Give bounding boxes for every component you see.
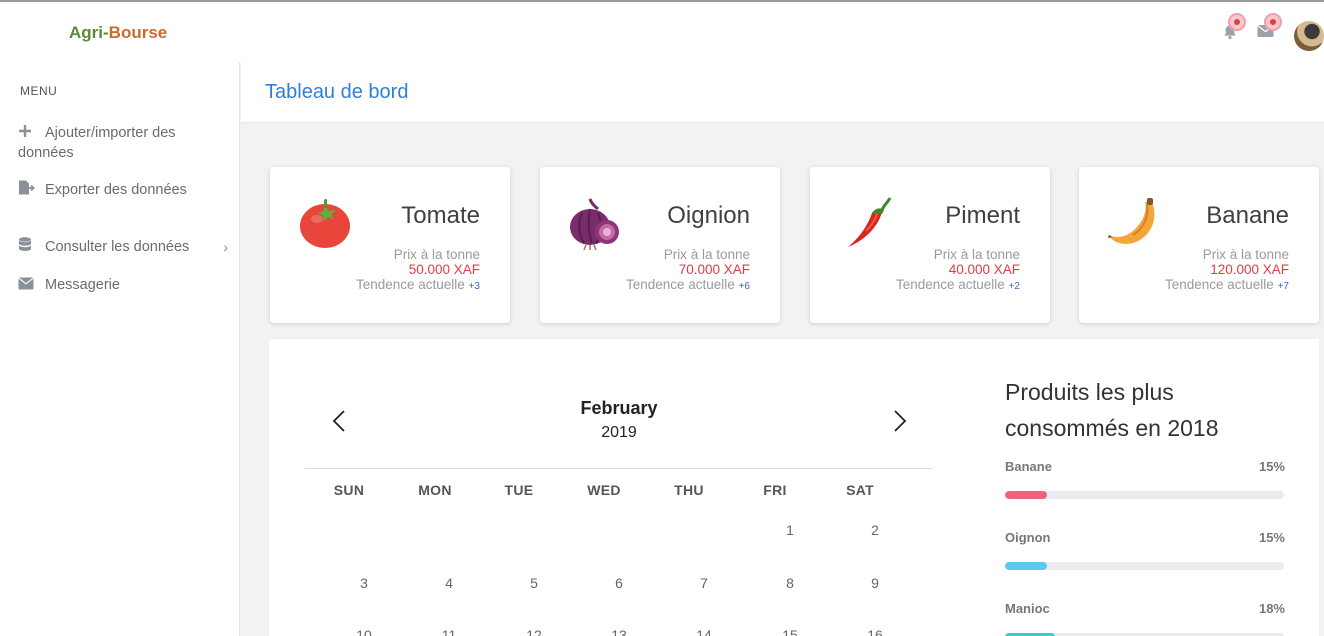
sidebar-item-label: Exporter des données [45, 182, 187, 198]
trend-value: +3 [468, 281, 480, 292]
trend-label: Tendence actuelle [355, 277, 465, 292]
message-badge [1264, 13, 1282, 31]
weekday-header: FRI [763, 482, 787, 498]
progress-fill [1005, 491, 1047, 499]
calendar-day[interactable]: 10 [344, 627, 384, 636]
sidebar-item-import[interactable]: Ajouter/importer des données [18, 123, 228, 163]
calendar-day[interactable]: 8 [770, 575, 810, 591]
brand-part-1: Agri- [69, 23, 109, 42]
calendar-day[interactable]: 1 [770, 522, 810, 538]
progress-bar [1005, 491, 1284, 499]
weekday-header: TUE [504, 482, 534, 498]
trend-value: +2 [1008, 281, 1020, 292]
product-price: 120.000 XAF [1210, 262, 1289, 277]
user-avatar[interactable] [1294, 21, 1324, 51]
calendar-day[interactable]: 9 [855, 575, 895, 591]
calendar-day[interactable]: 7 [684, 575, 724, 591]
stat-label: Manioc [1005, 601, 1050, 616]
product-card-piment[interactable]: Piment Prix à la tonne 40.000 XAF Tenden… [810, 167, 1050, 323]
product-card-oignion[interactable]: Oignion Prix à la tonne 70.000 XAF Tende… [540, 167, 780, 323]
brand-logo[interactable]: Agri-Bourse [69, 23, 167, 43]
brand-part-2: Bourse [108, 23, 168, 42]
price-label: Prix à la tonne [1202, 247, 1289, 262]
product-name: Tomate [401, 202, 480, 229]
stat-value: 18% [1258, 601, 1285, 616]
top-navbar: Agri-Bourse [0, 0, 1324, 62]
stat-value: 15% [1258, 530, 1285, 545]
price-label: Prix à la tonne [393, 247, 480, 262]
sidebar-item-export[interactable]: Exporter des données [18, 180, 228, 200]
tomato-icon [298, 195, 354, 251]
stat-value: 15% [1258, 459, 1285, 474]
calendar-day[interactable]: 3 [344, 575, 384, 591]
banana-icon [1107, 195, 1163, 251]
trend-label: Tendence actuelle [1164, 277, 1274, 292]
calendar-day[interactable]: 6 [599, 575, 639, 591]
sidebar-item-label: Ajouter/importer des données [18, 125, 176, 161]
calendar-day[interactable]: 11 [429, 627, 469, 636]
weekday-header: THU [674, 482, 704, 498]
chevron-left-icon [332, 410, 345, 432]
calendar-day[interactable]: 5 [514, 575, 554, 591]
calendar-day[interactable]: 14 [684, 627, 724, 636]
trend-row: Tendence actuelle +2 [896, 277, 1020, 292]
product-price: 40.000 XAF [948, 262, 1020, 277]
calendar-year: 2019 [601, 424, 637, 441]
product-card-tomate[interactable]: Tomate Prix à la tonne 50.000 XAF Tenden… [270, 167, 510, 323]
sidebar-item-messaging[interactable]: Messagerie [18, 275, 228, 295]
trend-value: +7 [1277, 281, 1289, 292]
trend-row: Tendence actuelle +6 [626, 277, 750, 292]
trend-value: +6 [738, 281, 750, 292]
stat-label: Banane [1005, 459, 1052, 474]
trend-row: Tendence actuelle +3 [356, 277, 480, 292]
product-card-banane[interactable]: Banane Prix à la tonne 120.000 XAF Tende… [1079, 167, 1319, 323]
product-name: Oignion [667, 202, 750, 229]
calendar-day[interactable]: 12 [514, 627, 554, 636]
price-label: Prix à la tonne [933, 247, 1020, 262]
envelope-icon [18, 276, 36, 290]
product-price: 70.000 XAF [678, 262, 750, 277]
weekday-header: WED [587, 482, 621, 498]
file-export-icon [18, 180, 36, 195]
product-name: Piment [945, 202, 1020, 229]
chevron-right-icon [894, 410, 907, 432]
calendar-month: February [580, 398, 658, 418]
calendar-day[interactable]: 15 [770, 627, 810, 636]
progress-fill [1005, 562, 1047, 570]
trend-label: Tendence actuelle [895, 277, 1005, 292]
product-name: Banane [1206, 202, 1289, 229]
chili-icon [838, 195, 894, 251]
onion-icon [568, 195, 624, 251]
calendar-next-button[interactable] [893, 409, 907, 432]
notification-badge [1228, 13, 1246, 31]
calendar-day[interactable]: 2 [855, 522, 895, 538]
menu-title: MENU [20, 84, 58, 98]
sidebar-item-label: Consulter les données [45, 239, 190, 255]
sidebar-item-consult[interactable]: Consulter les données › [18, 237, 228, 257]
calendar-day[interactable]: 16 [855, 627, 895, 636]
page-title: Tableau de bord [265, 81, 409, 103]
database-icon [18, 237, 36, 251]
trend-row: Tendence actuelle +7 [1165, 277, 1289, 292]
calendar-day[interactable]: 4 [429, 575, 469, 591]
price-label: Prix à la tonne [663, 247, 750, 262]
sidebar-item-label: Messagerie [45, 277, 120, 293]
product-price: 50.000 XAF [408, 262, 480, 277]
progress-bar [1005, 562, 1284, 570]
chevron-right-icon[interactable]: › [223, 237, 228, 257]
calendar-day[interactable]: 13 [599, 627, 639, 636]
weekday-header: MON [418, 482, 452, 498]
stat-label: Oignon [1005, 530, 1051, 545]
weekday-header: SAT [846, 482, 874, 498]
weekday-header: SUN [333, 482, 365, 498]
plus-icon [18, 124, 36, 138]
trend-label: Tendence actuelle [625, 277, 735, 292]
calendar-divider [305, 468, 933, 469]
dashboard-panel: February 2019 SUN MON TUE WED THU FRI SAT 1 2 3 4 5… [269, 339, 1319, 636]
stats-title: Produits les plus consommés en 2018 [1005, 379, 1219, 441]
calendar-prev-button[interactable] [332, 409, 346, 432]
sidebar: MENU Ajouter/importer des données Export… [0, 62, 240, 636]
page-header: Tableau de bord [241, 62, 1324, 123]
